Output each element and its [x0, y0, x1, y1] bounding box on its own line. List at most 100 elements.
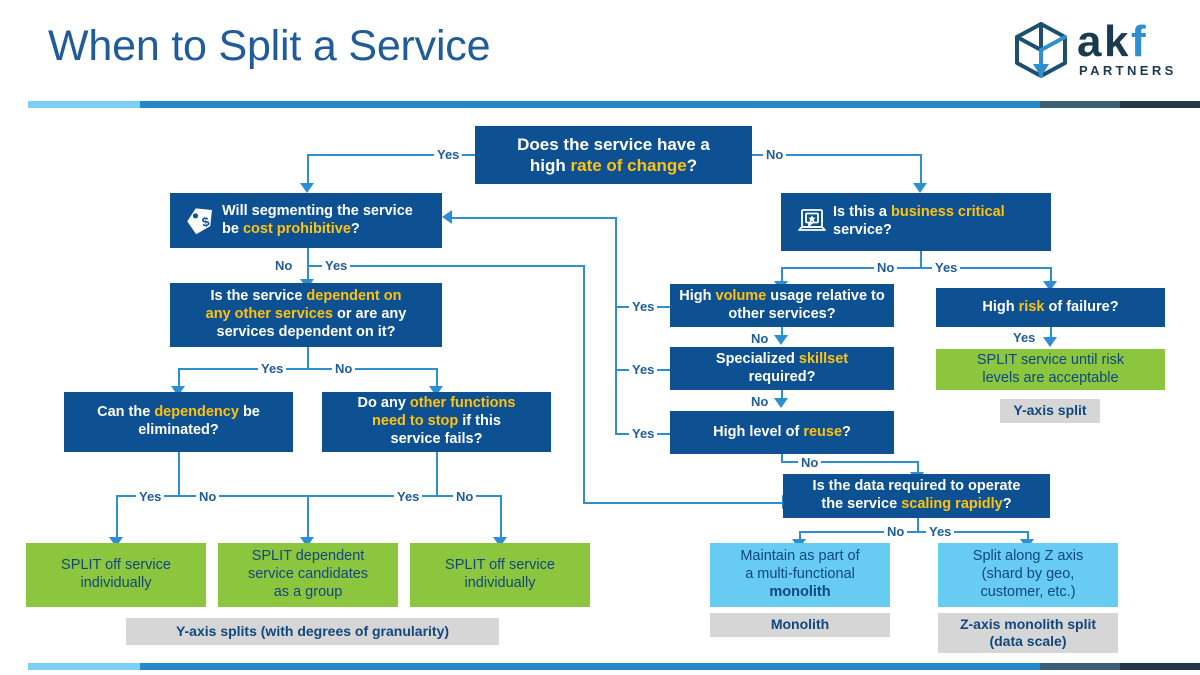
edge-funcs-no-drop: [500, 495, 502, 539]
label-volume-no: No: [748, 331, 772, 346]
label-funcs-no: No: [453, 489, 477, 504]
caption-y-axis-splits-text: Y-axis splits (with degrees of granulari…: [175, 622, 450, 639]
edge-biz-bar: [781, 267, 1052, 269]
node-dependent-services[interactable]: Is the service dependent on any other se…: [170, 283, 442, 347]
edge-biz-yes-drop: [1050, 267, 1052, 282]
edge-feedback-trunk: [615, 217, 617, 434]
node-high-volume[interactable]: High volume usage relative to other serv…: [670, 284, 894, 327]
node-high-risk[interactable]: High risk of failure?: [936, 288, 1165, 327]
monolith-line2: a multi-functional: [745, 566, 855, 583]
dep-line1-pre: Is the service: [210, 288, 307, 305]
root-line2-post: ?: [686, 156, 698, 175]
node-business-critical[interactable]: Is this a business critical service?: [781, 193, 1051, 251]
caption-y-axis-splits: Y-axis splits (with degrees of granulari…: [126, 618, 499, 645]
cost-line2-post: ?: [350, 220, 360, 237]
scaling-line2-post: ?: [1002, 496, 1012, 512]
result-split-off-service-left[interactable]: SPLIT off service individually: [26, 543, 206, 607]
cube-logo-icon: [1015, 22, 1067, 78]
edge-dep-bar: [178, 368, 437, 370]
volume-post: usage relative to: [766, 287, 885, 304]
result-maintain-monolith[interactable]: Maintain as part of a multi-functional m…: [710, 543, 890, 607]
edge-biz-no-drop: [781, 267, 783, 282]
footer-rule-slate: [1040, 663, 1120, 670]
node-cost-prohibitive[interactable]: $ Will segmenting the service be cost pr…: [170, 193, 442, 248]
reuse-highlight: reuse: [803, 423, 843, 440]
zsplit-line3: customer, etc.): [980, 583, 1076, 600]
split-left-line2: individually: [80, 575, 152, 591]
funcs-highlight-2: need to stop: [372, 413, 459, 430]
label-biz-yes: Yes: [932, 260, 961, 275]
node-high-reuse[interactable]: High level of reuse?: [670, 411, 894, 454]
svg-text:f: f: [1131, 18, 1146, 66]
skillset-line2: required?: [748, 368, 816, 385]
arrow-skillset-no: [774, 398, 788, 408]
result-split-dependent-group[interactable]: SPLIT dependent service candidates as a …: [218, 543, 398, 607]
header-rule-navy: [1120, 101, 1200, 108]
scaling-highlight: scaling rapidly: [901, 496, 1003, 512]
label-reuse-yes: Yes: [629, 426, 658, 441]
elim-post: be: [238, 404, 260, 421]
elim-highlight: dependency: [154, 404, 239, 421]
split-risk-line1: SPLIT service until risk: [976, 351, 1125, 368]
label-cost-yes: Yes: [322, 258, 351, 273]
zsplit-line2: (shard by geo,: [981, 566, 1075, 583]
result-split-until-risk-acceptable[interactable]: SPLIT service until risk levels are acce…: [936, 349, 1165, 390]
caption-monolith-text: Monolith: [770, 616, 830, 633]
root-line1: Does the service have a: [517, 134, 710, 154]
caption-monolith: Monolith: [710, 613, 890, 637]
label-scaling-yes: Yes: [926, 524, 955, 539]
node-specialized-skillset[interactable]: Specialized skillset required?: [670, 347, 894, 390]
header-rule-light: [28, 101, 140, 108]
funcs-line1-pre: Do any: [357, 395, 410, 412]
funcs-line3: service fails?: [390, 430, 483, 447]
edge-elim-no-drop: [307, 495, 309, 539]
reuse-pre: High level of: [713, 423, 804, 440]
label-dep-yes: Yes: [258, 361, 287, 376]
monolith-line1: Maintain as part of: [740, 548, 860, 565]
label-skillset-yes: Yes: [629, 362, 658, 377]
edge-scaling-bar: [799, 531, 1028, 533]
label-root-yes: Yes: [434, 147, 463, 162]
edge-dep-stem: [307, 347, 309, 369]
split-right-line2: individually: [464, 575, 536, 591]
split-group-line2: service candidates: [247, 566, 369, 583]
edge-elim-stem: [178, 452, 180, 496]
root-line2-pre: high: [529, 156, 571, 175]
node-data-scaling-rapidly[interactable]: Is the data required to operate the serv…: [783, 474, 1050, 518]
label-reuse-no: No: [798, 455, 822, 470]
split-group-line1: SPLIT dependent: [251, 548, 365, 565]
split-right-line1: SPLIT off service: [445, 557, 555, 574]
result-split-z-axis[interactable]: Split along Z axis (shard by geo, custom…: [938, 543, 1118, 607]
label-elim-yes: Yes: [136, 489, 165, 504]
label-scaling-no: No: [884, 524, 908, 539]
dep-line2-post: or are any: [333, 306, 407, 323]
edge-funcs-stem: [436, 452, 438, 496]
arrow-volume-no: [774, 335, 788, 345]
label-funcs-yes: Yes: [394, 489, 423, 504]
edge-elim-yes-drop: [116, 495, 118, 539]
akf-partners-logo: a k f PARTNERS: [1011, 18, 1189, 84]
header-rule-mid: [140, 101, 1040, 108]
caption-z-axis-split: Z-axis monolith split (data scale): [938, 613, 1118, 653]
split-risk-line2: levels are acceptable: [982, 369, 1119, 386]
akf-wordmark: a k f PARTNERS: [1077, 18, 1173, 78]
label-skillset-no: No: [748, 394, 772, 409]
page-title: When to Split a Service: [48, 22, 491, 70]
laptop-review-icon: [798, 209, 826, 231]
arrow-root-no: [913, 183, 927, 193]
label-risk-yes: Yes: [1010, 330, 1039, 345]
node-other-functions-stop[interactable]: Do any other functions need to stop if t…: [322, 392, 551, 452]
cost-line2-pre: be: [222, 220, 243, 237]
label-elim-no: No: [196, 489, 220, 504]
slide-canvas: When to Split a Service a k f PARTNERS D…: [0, 0, 1200, 675]
root-line2-highlight: rate of change: [570, 156, 687, 175]
edge-root-no-drop: [920, 154, 922, 184]
funcs-line2-post: if this: [458, 413, 501, 430]
elim-line2: eliminated?: [138, 422, 219, 438]
risk-post: of failure?: [1044, 298, 1119, 315]
edge-dep-no-drop: [436, 368, 438, 388]
node-root-question[interactable]: Does the service have a high rate of cha…: [475, 126, 752, 184]
result-split-off-service-right[interactable]: SPLIT off service individually: [410, 543, 590, 607]
node-can-eliminate-dependency[interactable]: Can the dependency be eliminated?: [64, 392, 293, 452]
edge-dep-yes-drop: [178, 368, 180, 388]
